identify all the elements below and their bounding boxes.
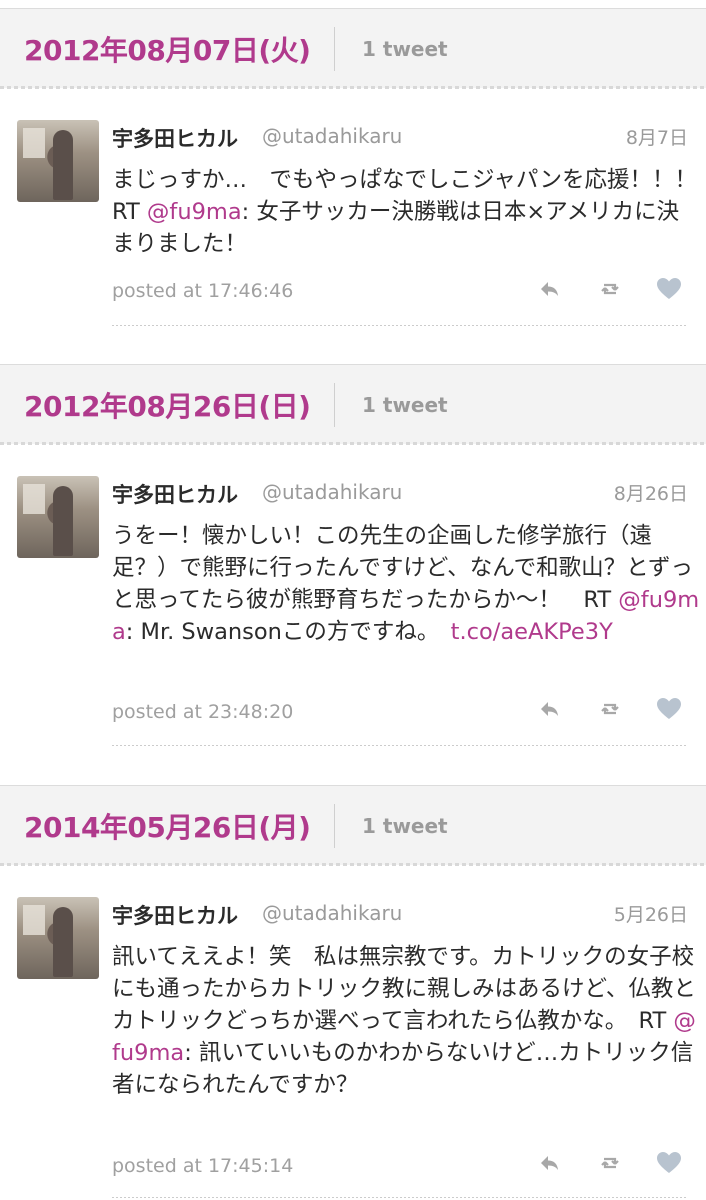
day-date[interactable]: 2012年08月07日(火): [24, 29, 311, 69]
tweet-divider: [112, 325, 688, 326]
day-date[interactable]: 2014年05月26日(月): [24, 806, 311, 846]
retweet-icon[interactable]: [598, 277, 624, 303]
reply-icon[interactable]: [538, 697, 564, 723]
tweet-text: うをー！懐かしい！この先生の企画した修学旅行（遠足？）で熊野に行ったんですけど、…: [112, 520, 700, 648]
day-header: 2012年08月26日(日) 1 tweet: [0, 364, 706, 445]
posted-time: posted at 17:45:14: [112, 1155, 294, 1177]
tweet-date[interactable]: 8月7日: [626, 123, 688, 150]
heart-icon[interactable]: [656, 277, 682, 303]
user-name[interactable]: 宇多田ヒカル: [112, 900, 238, 930]
user-name[interactable]: 宇多田ヒカル: [112, 479, 238, 509]
mention-link[interactable]: @fu9ma: [147, 199, 242, 225]
retweet-icon[interactable]: [598, 697, 624, 723]
tweet-actions: [530, 277, 690, 303]
posted-time: posted at 17:46:46: [112, 280, 294, 302]
avatar[interactable]: [17, 897, 99, 979]
tweet-text-part: : Mr. Swansonこの方ですね。: [125, 619, 451, 645]
divider: [334, 27, 335, 71]
retweet-icon[interactable]: [598, 1151, 624, 1177]
divider: [334, 383, 335, 427]
tweet-text-part: うをー！懐かしい！この先生の企画した修学旅行（遠足？）で熊野に行ったんですけど、…: [112, 523, 693, 613]
tweet-url-link[interactable]: t.co/aeAKPe3Y: [451, 619, 613, 645]
day-header: 2012年08月07日(火) 1 tweet: [0, 8, 706, 89]
reply-icon[interactable]: [538, 1151, 564, 1177]
tweet-divider: [112, 745, 688, 746]
tweet-text-part: 訊いてええよ！笑 私は無宗教です。カトリックの女子校にも通ったからカトリック教に…: [112, 944, 696, 1034]
tweet-date[interactable]: 5月26日: [614, 900, 688, 927]
tweet-count: 1 tweet: [362, 393, 448, 417]
avatar[interactable]: [17, 476, 99, 558]
day-header: 2014年05月26日(月) 1 tweet: [0, 785, 706, 866]
posted-time: posted at 23:48:20: [112, 701, 294, 723]
reply-icon[interactable]: [538, 277, 564, 303]
tweet-text: まじっすか… でもやっぱなでしこジャパンを応援！！！ RT @fu9ma: 女子…: [112, 164, 706, 260]
tweet-date[interactable]: 8月26日: [614, 479, 688, 506]
tweet-count: 1 tweet: [362, 814, 448, 838]
tweet-actions: [530, 697, 690, 723]
day-date[interactable]: 2012年08月26日(日): [24, 385, 311, 425]
user-name[interactable]: 宇多田ヒカル: [112, 123, 238, 153]
tweet-text-part: : 訊いていいものかわからないけど…カトリック信者になられたんですか？: [112, 1040, 694, 1098]
avatar[interactable]: [17, 120, 99, 202]
user-handle[interactable]: @utadahikaru: [262, 901, 402, 925]
tweet-count: 1 tweet: [362, 37, 448, 61]
divider: [334, 804, 335, 848]
user-handle[interactable]: @utadahikaru: [262, 480, 402, 504]
tweet-actions: [530, 1151, 690, 1177]
heart-icon[interactable]: [656, 697, 682, 723]
tweet-divider: [112, 1197, 688, 1198]
heart-icon[interactable]: [656, 1151, 682, 1177]
user-handle[interactable]: @utadahikaru: [262, 124, 402, 148]
tweet-text: 訊いてええよ！笑 私は無宗教です。カトリックの女子校にも通ったからカトリック教に…: [112, 941, 700, 1101]
